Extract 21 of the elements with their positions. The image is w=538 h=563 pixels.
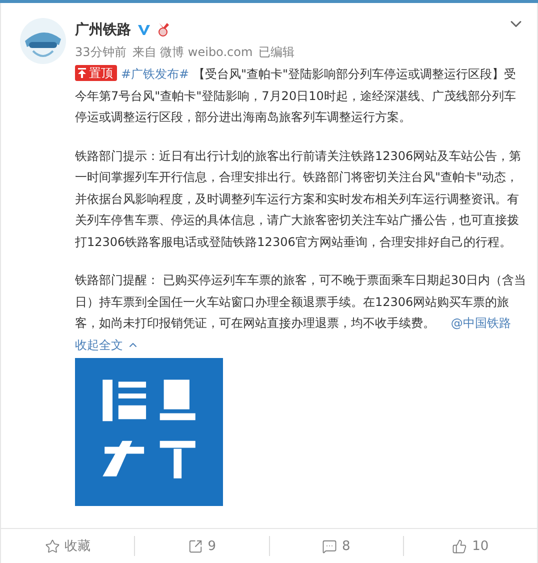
post-source: 来自 微博 weibo.com: [132, 44, 253, 61]
author-name[interactable]: 广州铁路: [75, 21, 131, 39]
post-paragraph: 铁路部门提醒： 已购买停运列车车票的旅客，可不晚于票面乘车日期起30日内（含当日）持车票到全国任一火车站窗口办理全额退票手续。在12306网站购买车票的旅客，如尚未打印报销凭证，可在网站直接办理退票，均不收手续费。 @中国铁路 收起全文: [75, 272, 527, 354]
star-icon: [44, 538, 60, 554]
favorite-button[interactable]: 收藏: [1, 536, 134, 556]
medal-icon: [157, 23, 169, 37]
like-button[interactable]: 10: [402, 536, 537, 556]
post-paragraph: 铁路部门提示：近日有出行计划的旅客出行前请关注铁路12306网站及车站公告，第一时间掌握列车开行信息，合理安排出行。铁路部门将密切关注台风"查帕卡"动态，并依据台风影响程度，及时调整列车运行方案和实时发布相关列车运行调整资讯。有关列车停售车票、停运的具体信息，请广大旅客密切关注车站广播公告，也可直接拨打12306铁路客服电话或登陆铁路12306官方网站垂询，合理安排好自己的行程。: [75, 148, 522, 250]
post-time[interactable]: 33分钟前: [75, 44, 126, 61]
avatar[interactable]: [19, 17, 67, 65]
repost-button[interactable]: 9: [134, 536, 268, 556]
collapse-link[interactable]: 收起全文: [75, 338, 139, 352]
edited-label: 已编辑: [258, 44, 295, 61]
mention-link[interactable]: @中国铁路: [450, 316, 511, 330]
share-icon: [188, 538, 203, 554]
thumbs-up-icon: [452, 538, 468, 554]
comment-button[interactable]: 8: [268, 536, 403, 556]
hashtag-link[interactable]: #广铁发布#: [121, 67, 190, 81]
comment-icon: [322, 538, 337, 554]
post-paragraph: 置顶 #广铁发布# 【受台风"查帕卡"登陆影响部分列车停运或调整运行区段】受今年第7号台风"查帕卡"登陆影响，7月20日10时起，途经深湛线、广茂线部分列车停运或调整运行区段，部分进出海南岛旅客列车调整运行方案。: [75, 64, 517, 126]
pinned-badge: 置顶: [75, 65, 117, 81]
